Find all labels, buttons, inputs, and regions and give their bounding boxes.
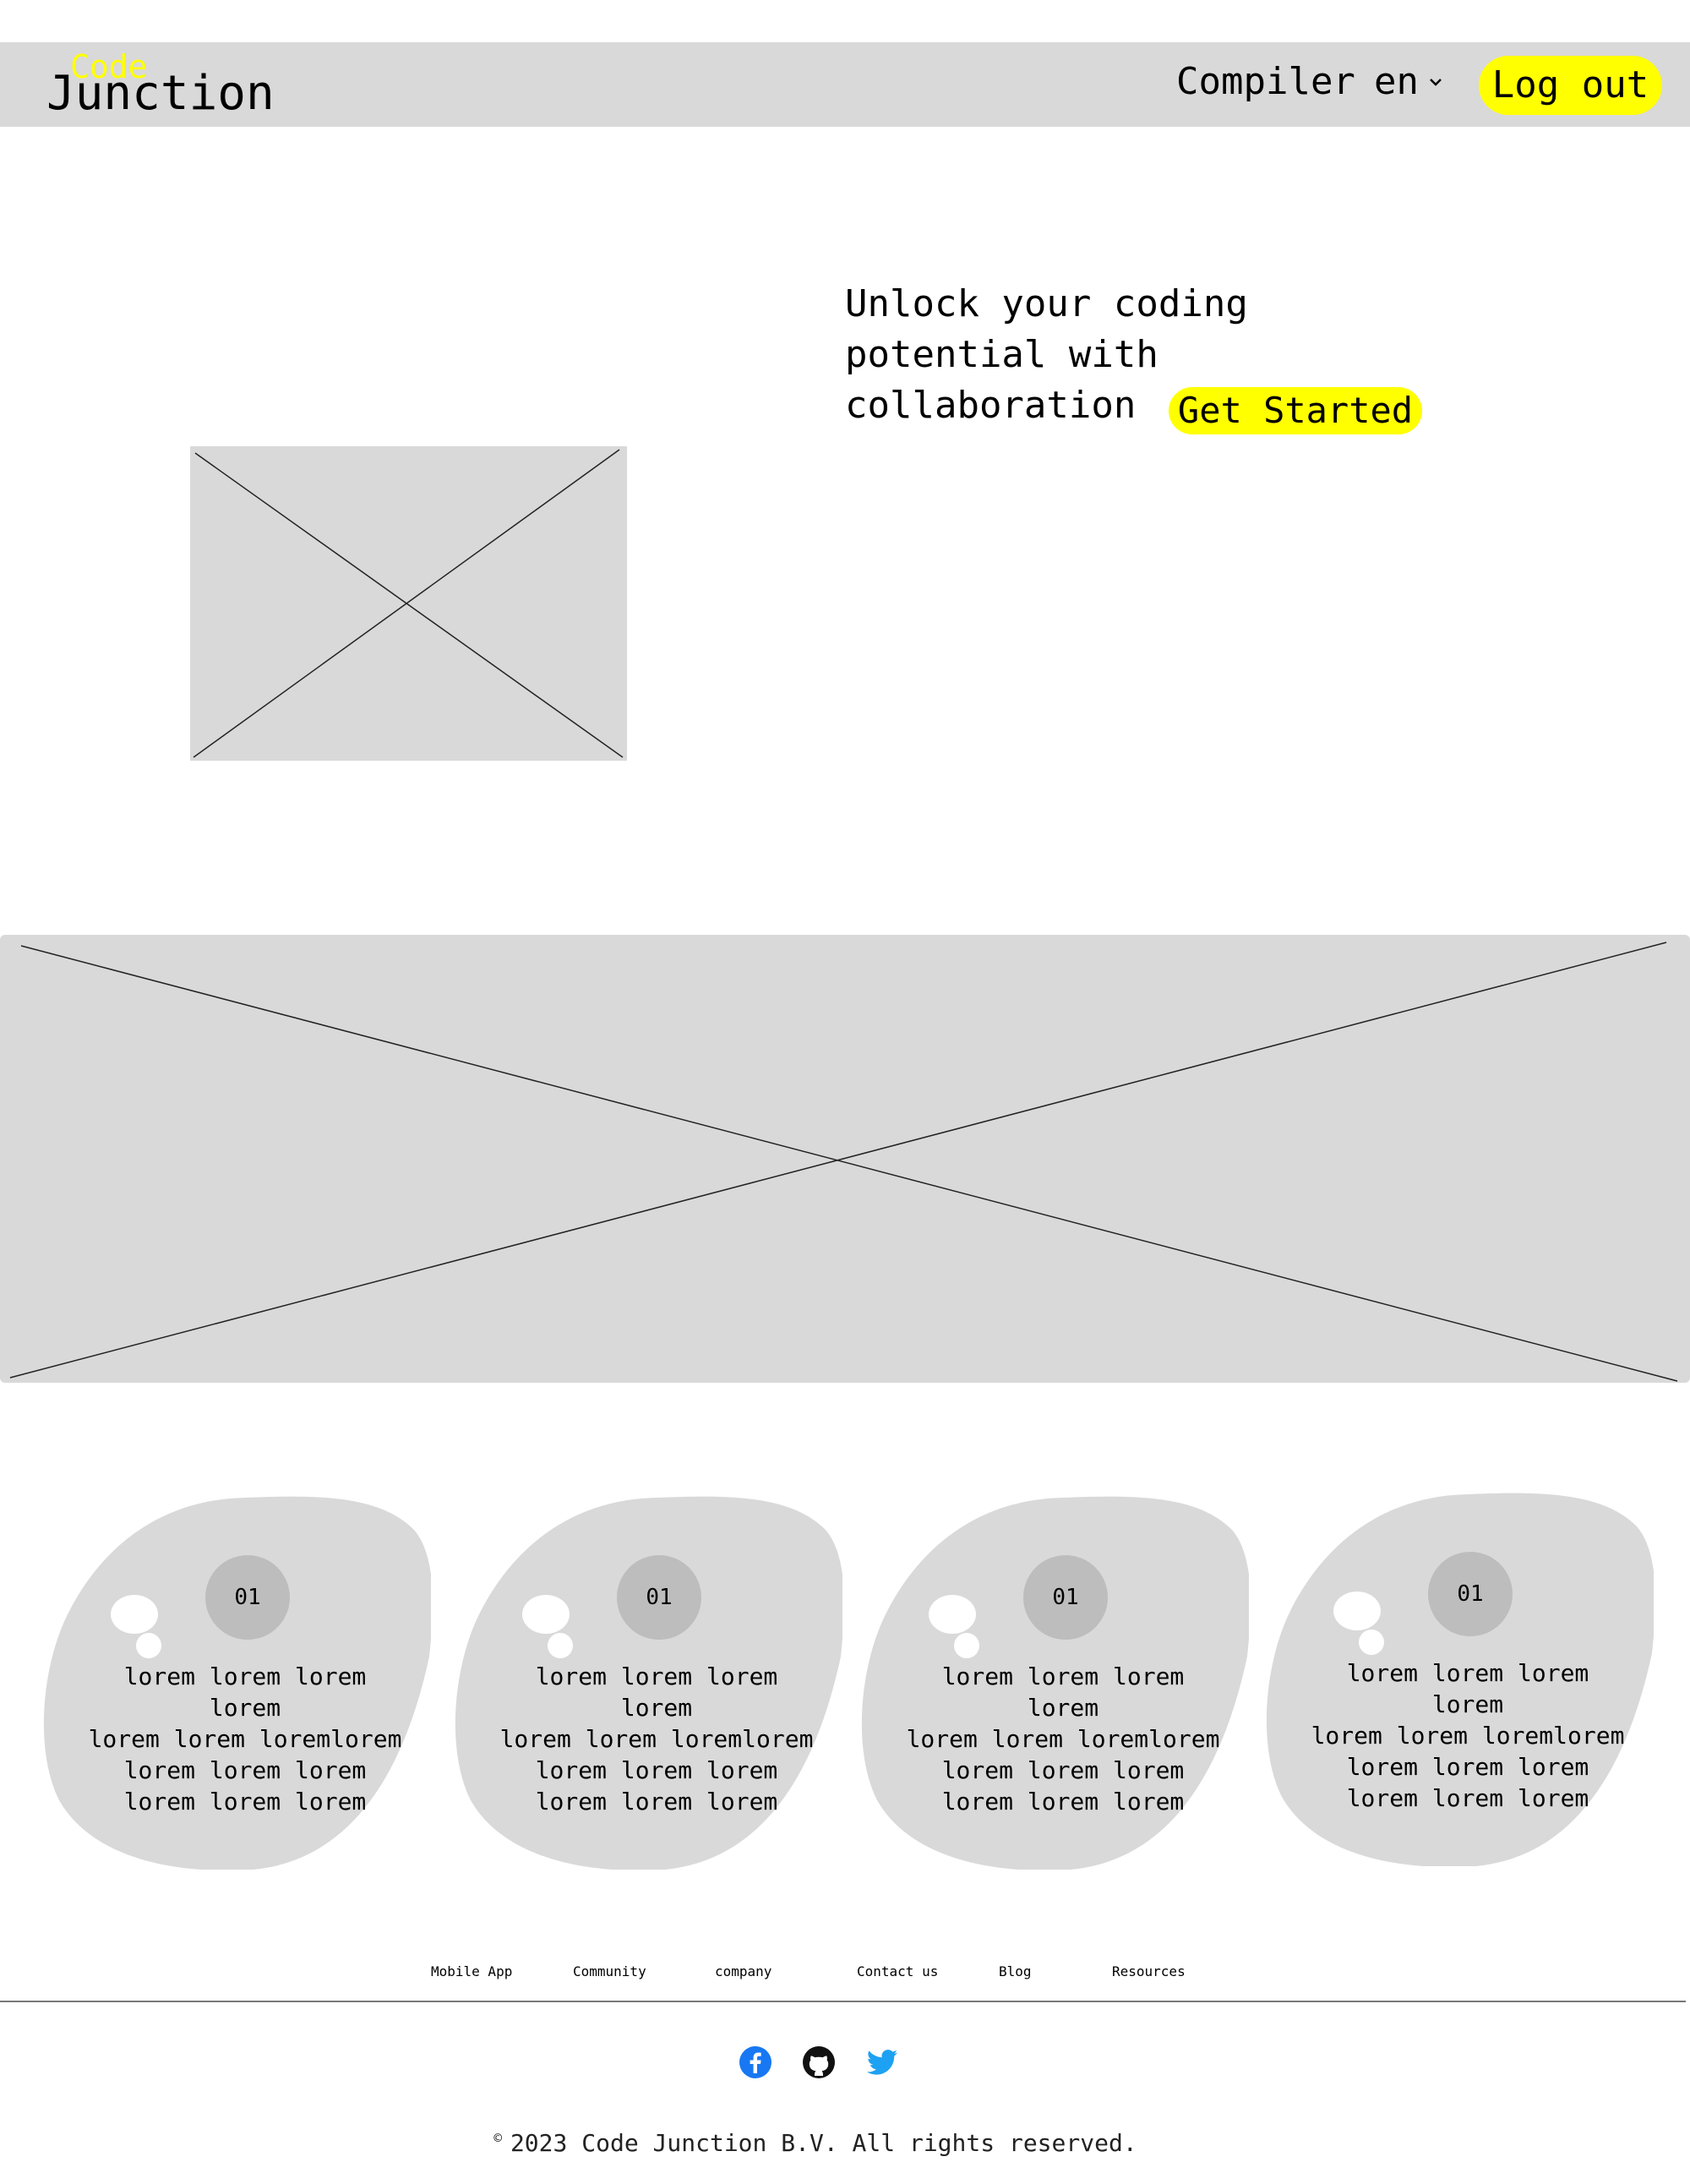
thought-bubble-icon [522,1595,573,1658]
logo-junction-text: Junction [46,66,275,121]
copyright-text: © 2023 Code Junction B.V. All rights rese… [0,2123,1631,2159]
banner-image-placeholder [0,935,1690,1383]
language-value: en [1374,60,1419,103]
language-select[interactable]: en [1374,57,1444,106]
card-text: lorem lorem lorem lorem lorem lorem lore… [499,1663,814,1815]
twitter-icon[interactable] [865,2045,899,2079]
feature-card: 01 lorem lorem lorem lorem lorem lorem l… [42,1496,431,1870]
chevron-down-icon [1430,79,1442,86]
footer-nav: Mobile App Community company Contact us … [0,1961,1690,1986]
footer-divider [0,2001,1686,2002]
logo[interactable]: Code Junction [46,51,275,123]
copyright-symbol: © [493,2130,502,2146]
facebook-icon[interactable] [739,2045,772,2079]
footer-link-company[interactable]: company [715,1961,771,1983]
footer-link-contact-us[interactable]: Contact us [857,1961,938,1983]
navbar: Code Junction Compiler en Log out [0,42,1690,127]
footer-link-community[interactable]: Community [573,1961,646,1983]
thought-bubble-icon [111,1595,161,1658]
card-number-badge: 01 [1428,1552,1513,1636]
nav-link-compiler[interactable]: Compiler [1176,57,1355,106]
footer-link-resources[interactable]: Resources [1112,1961,1186,1983]
github-icon[interactable] [802,2045,836,2079]
card-number-badge: 01 [205,1555,290,1640]
card-text: lorem lorem lorem lorem lorem lorem lore… [88,1663,402,1815]
feature-card: 01 lorem lorem lorem lorem lorem lorem l… [1265,1493,1654,1866]
card-number-badge: 01 [617,1555,701,1640]
logout-button[interactable]: Log out [1479,56,1662,115]
thought-bubble-icon [1333,1592,1384,1655]
hero-image-placeholder [190,446,627,761]
get-started-button[interactable]: Get Started [1169,387,1422,434]
card-text: lorem lorem lorem lorem lorem lorem lore… [1311,1659,1625,1812]
card-number-badge: 01 [1023,1555,1108,1640]
thought-bubble-icon [929,1595,979,1658]
footer-link-blog[interactable]: Blog [999,1961,1032,1983]
copyright-label: 2023 Code Junction B.V. All rights reser… [510,2129,1137,2157]
footer-link-mobile-app[interactable]: Mobile App [431,1961,512,1983]
social-links [739,2045,899,2083]
feature-card: 01 lorem lorem lorem lorem lorem lorem l… [860,1496,1249,1870]
card-text: lorem lorem lorem lorem lorem lorem lore… [906,1663,1220,1815]
feature-card: 01 lorem lorem lorem lorem lorem lorem l… [454,1496,842,1870]
